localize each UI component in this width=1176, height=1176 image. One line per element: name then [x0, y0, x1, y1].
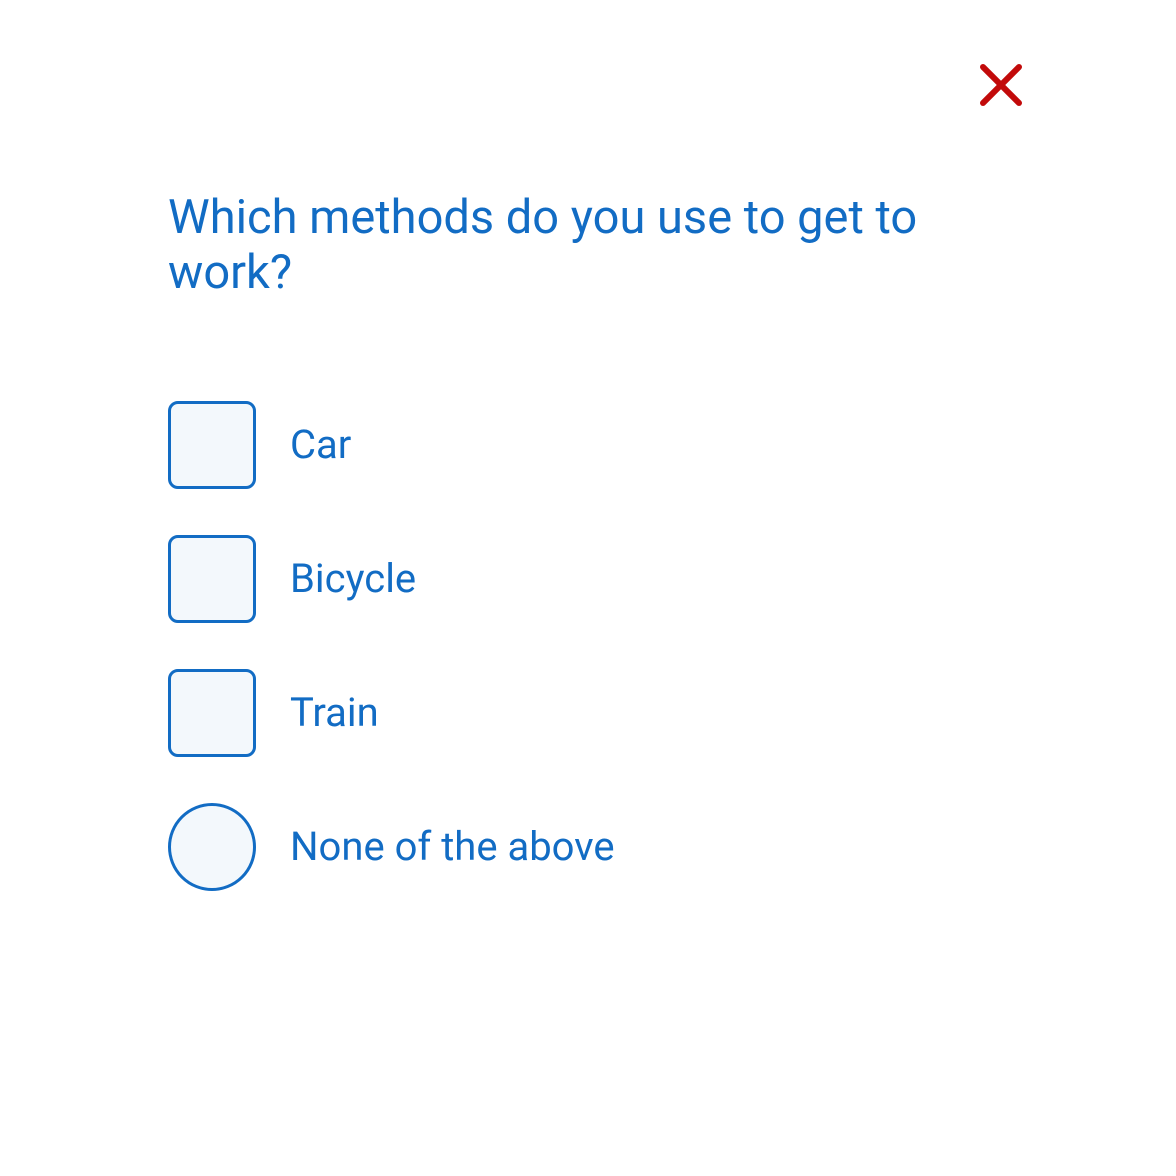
question-text: Which methods do you use to get to work?	[168, 190, 928, 301]
close-icon	[977, 61, 1025, 113]
option-train[interactable]: Train	[168, 669, 928, 757]
option-label: Car	[290, 421, 351, 468]
option-car[interactable]: Car	[168, 401, 928, 489]
radio-none[interactable]	[168, 803, 256, 891]
option-bicycle[interactable]: Bicycle	[168, 535, 928, 623]
checkbox-car[interactable]	[168, 401, 256, 489]
option-label: Train	[290, 689, 379, 736]
survey-content: Which methods do you use to get to work?…	[168, 190, 928, 891]
options-list: Car Bicycle Train None of the above	[168, 401, 928, 891]
option-none[interactable]: None of the above	[168, 803, 928, 891]
option-label: None of the above	[290, 823, 615, 870]
option-label: Bicycle	[290, 555, 416, 602]
checkbox-bicycle[interactable]	[168, 535, 256, 623]
close-button[interactable]	[976, 62, 1026, 112]
checkbox-train[interactable]	[168, 669, 256, 757]
